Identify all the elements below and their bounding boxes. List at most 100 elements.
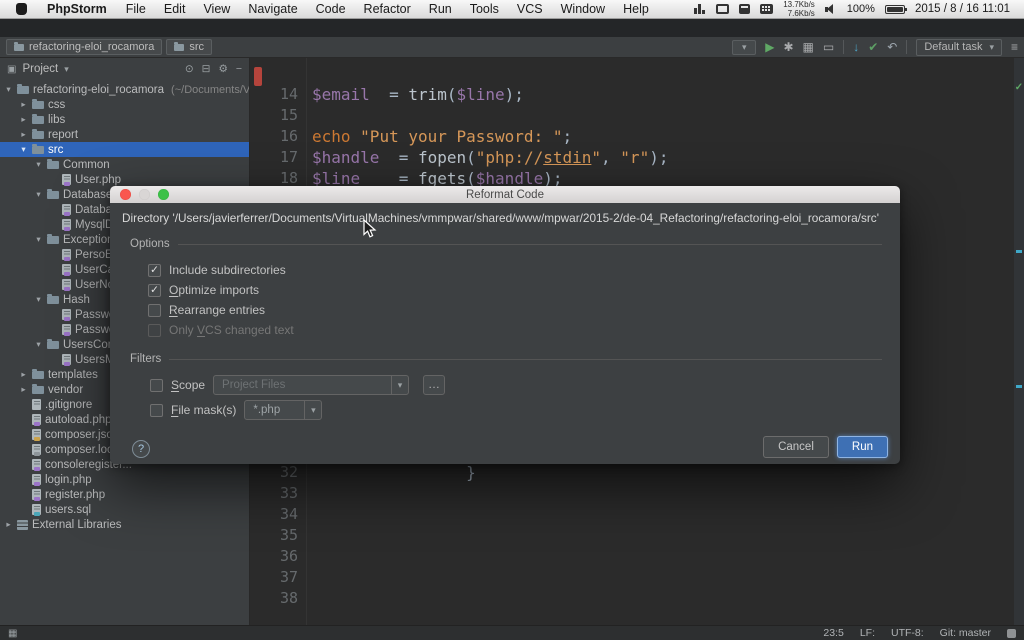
tree-item[interactable]: User.php: [0, 172, 250, 187]
collapse-arrow-icon[interactable]: ▾: [34, 339, 43, 350]
menu-app-name[interactable]: PhpStorm: [37, 2, 117, 16]
cancel-button[interactable]: Cancel: [763, 436, 829, 458]
code-line[interactable]: 34: [250, 504, 1014, 525]
breadcrumb-project-root[interactable]: refactoring-eloi_rocamora: [6, 39, 162, 55]
vcs-update-icon[interactable]: ↓: [853, 41, 859, 53]
display-menu-icon[interactable]: [716, 4, 729, 14]
coverage-icon[interactable]: ✱: [783, 41, 793, 53]
close-window-icon[interactable]: [120, 189, 131, 200]
code-line[interactable]: 38: [250, 588, 1014, 609]
tree-item[interactable]: ▾src: [0, 142, 250, 157]
battery-icon[interactable]: [885, 5, 905, 14]
menu-window[interactable]: Window: [552, 2, 614, 16]
task-selector-dropdown[interactable]: Default task ▾: [916, 39, 1002, 56]
toolwindow-toggle-icon[interactable]: ▦: [8, 628, 17, 639]
tree-item[interactable]: ▾refactoring-eloi_rocamora(~/Documents/V…: [0, 82, 250, 97]
expand-arrow-icon[interactable]: ▸: [19, 114, 28, 125]
code-line[interactable]: 14$email = trim($line);: [250, 84, 1014, 105]
menu-vcs[interactable]: VCS: [508, 2, 552, 16]
scope-browse-button[interactable]: …: [423, 375, 445, 395]
volume-icon[interactable]: [825, 4, 837, 15]
collapse-arrow-icon[interactable]: ▾: [19, 144, 28, 155]
tree-item[interactable]: ▸External Libraries: [0, 517, 250, 532]
collapse-arrow-icon[interactable]: ▾: [34, 234, 43, 245]
inspections-ok-icon[interactable]: ✓: [1014, 82, 1024, 93]
checkbox[interactable]: ✓: [148, 284, 161, 297]
breadcrumb-src[interactable]: src: [166, 39, 212, 55]
menu-tools[interactable]: Tools: [461, 2, 508, 16]
chevron-down-icon[interactable]: ▾: [391, 376, 408, 394]
file-mask-dropdown[interactable]: *.php ▾: [244, 400, 322, 420]
checkbox-row-optimize-imports[interactable]: ✓Optimize imports: [148, 280, 294, 300]
menu-code[interactable]: Code: [307, 2, 355, 16]
line-separator-indicator[interactable]: LF:: [860, 627, 875, 639]
tree-item[interactable]: ▸css: [0, 97, 250, 112]
toolbar-more-icon[interactable]: ≡: [1011, 41, 1018, 53]
monitor-menu-icon[interactable]: [739, 4, 750, 14]
menu-refactor[interactable]: Refactor: [355, 2, 420, 16]
zoom-window-icon[interactable]: [158, 189, 169, 200]
checkbox-row-include-subdirectories[interactable]: ✓Include subdirectories: [148, 260, 294, 280]
checkbox-row-only-vcs-changed-text[interactable]: Only VCS changed text: [148, 320, 294, 340]
chevron-down-icon[interactable]: ▾: [64, 64, 69, 75]
expand-arrow-icon[interactable]: ▸: [19, 129, 28, 140]
tree-item[interactable]: login.php: [0, 472, 250, 487]
code-line[interactable]: 36: [250, 546, 1014, 567]
network-speed-indicator[interactable]: 13.7Kb/s 7.6Kb/s: [783, 0, 815, 18]
code-line[interactable]: 17$handle = fopen("php://stdin", "r");: [250, 147, 1014, 168]
menu-run[interactable]: Run: [420, 2, 461, 16]
red-gutter-marker[interactable]: [254, 67, 262, 86]
checkbox-row-rearrange-entries[interactable]: Rearrange entries: [148, 300, 294, 320]
tree-item[interactable]: ▾Common: [0, 157, 250, 172]
hide-panel-icon[interactable]: −: [236, 64, 242, 75]
file-mask-checkbox[interactable]: [150, 404, 163, 417]
tree-item[interactable]: register.php: [0, 487, 250, 502]
expand-arrow-icon[interactable]: ▸: [4, 519, 13, 530]
collapse-arrow-icon[interactable]: ▾: [34, 189, 43, 200]
component-grid-icon[interactable]: ▦: [803, 41, 814, 53]
code-line[interactable]: 15: [250, 105, 1014, 126]
scope-checkbox[interactable]: [150, 379, 163, 392]
vcs-revert-icon[interactable]: ↶: [887, 41, 897, 53]
tree-item[interactable]: users.sql: [0, 502, 250, 517]
inspection-profile-icon[interactable]: [1007, 629, 1016, 638]
collapse-all-icon[interactable]: ⊟: [202, 64, 211, 75]
scope-dropdown[interactable]: Project Files ▾: [213, 375, 409, 395]
monitor-icon[interactable]: ▭: [823, 41, 834, 53]
menu-navigate[interactable]: Navigate: [239, 2, 306, 16]
code-line[interactable]: 16echo "Put your Password: ";: [250, 126, 1014, 147]
code-line[interactable]: 35: [250, 525, 1014, 546]
tree-item[interactable]: ▸report: [0, 127, 250, 142]
collapse-arrow-icon[interactable]: ▾: [34, 159, 43, 170]
menu-help[interactable]: Help: [614, 2, 658, 16]
chevron-down-icon[interactable]: ▾: [304, 401, 321, 419]
caret-position[interactable]: 23:5: [823, 627, 843, 639]
project-view-selector[interactable]: Project: [22, 63, 58, 75]
collapse-arrow-icon[interactable]: ▾: [4, 84, 13, 95]
run-icon[interactable]: ▶: [765, 41, 774, 53]
activity-menu-icon[interactable]: [694, 4, 706, 14]
help-button[interactable]: ?: [132, 440, 150, 458]
menu-edit[interactable]: Edit: [155, 2, 195, 16]
code-line[interactable]: 32 }: [250, 462, 1014, 483]
expand-arrow-icon[interactable]: ▸: [19, 99, 28, 110]
tree-item[interactable]: ▸libs: [0, 112, 250, 127]
apple-menu-icon[interactable]: [16, 3, 27, 15]
collapse-arrow-icon[interactable]: ▾: [34, 294, 43, 305]
keyboard-menu-icon[interactable]: [760, 4, 773, 14]
minimize-window-icon[interactable]: [139, 189, 150, 200]
stripe-mark[interactable]: [1016, 250, 1022, 253]
expand-arrow-icon[interactable]: ▸: [19, 369, 28, 380]
menu-view[interactable]: View: [194, 2, 239, 16]
expand-arrow-icon[interactable]: ▸: [19, 384, 28, 395]
vcs-commit-icon[interactable]: ✔: [868, 41, 878, 53]
checkbox[interactable]: [148, 304, 161, 317]
run-button[interactable]: Run: [837, 436, 888, 458]
checkbox[interactable]: ✓: [148, 264, 161, 277]
code-line[interactable]: 33: [250, 483, 1014, 504]
menubar-clock[interactable]: 2015 / 8 / 16 11:01: [915, 3, 1010, 15]
stripe-mark[interactable]: [1016, 385, 1022, 388]
git-branch-indicator[interactable]: Git: master: [940, 627, 991, 639]
run-config-dropdown[interactable]: ▾: [732, 40, 756, 55]
checkbox[interactable]: [148, 324, 161, 337]
